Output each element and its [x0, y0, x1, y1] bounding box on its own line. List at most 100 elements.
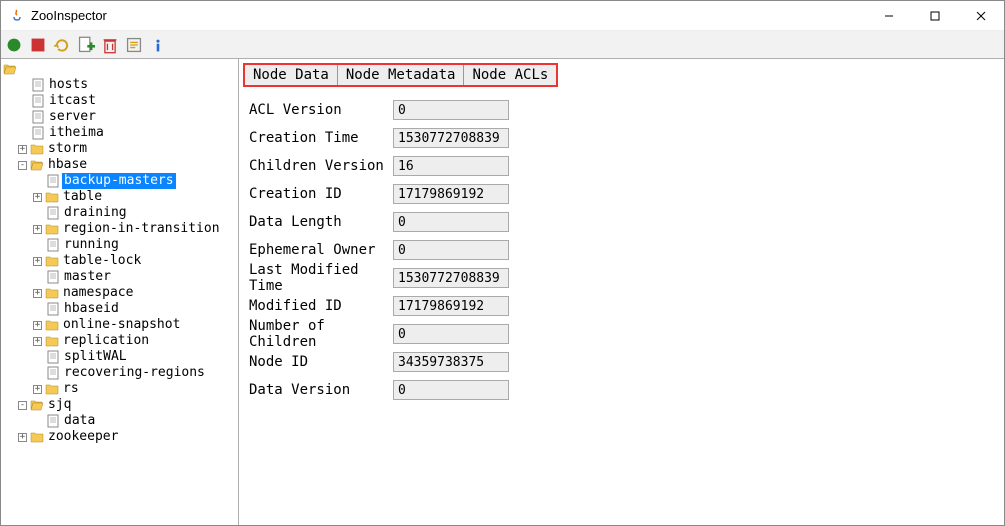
tree-item-label[interactable]: itcast: [47, 93, 98, 109]
tree-item-label[interactable]: table-lock: [61, 253, 143, 269]
tree-item-label[interactable]: table: [61, 189, 104, 205]
file-icon: [46, 174, 60, 188]
tree-row[interactable]: data: [1, 413, 238, 429]
tree-item-label[interactable]: storm: [46, 141, 89, 157]
expand-icon[interactable]: +: [33, 225, 42, 234]
tree-row[interactable]: + region-in-transition: [1, 221, 238, 237]
tree-item-label[interactable]: hosts: [47, 77, 90, 93]
tree-row[interactable]: itcast: [1, 93, 238, 109]
tree-row[interactable]: - sjq: [1, 397, 238, 413]
tree-item-label[interactable]: running: [62, 237, 121, 253]
metadata-label: Last Modified Time: [249, 262, 393, 294]
file-icon: [46, 238, 60, 252]
tree-item-label[interactable]: draining: [62, 205, 129, 221]
tree-item-label[interactable]: hbaseid: [62, 301, 121, 317]
tree-row[interactable]: + replication: [1, 333, 238, 349]
node-viewers-button[interactable]: [125, 36, 143, 54]
tree-item-label[interactable]: replication: [61, 333, 151, 349]
metadata-row: ACL Version0: [249, 97, 994, 123]
tree-item-label[interactable]: online-snapshot: [61, 317, 182, 333]
toolbar: [1, 31, 1004, 59]
disconnect-button[interactable]: [29, 36, 47, 54]
tree-row[interactable]: hbaseid: [1, 301, 238, 317]
folder-open-icon: [30, 398, 44, 412]
metadata-value: 0: [393, 212, 509, 232]
tree-pane[interactable]: hostsitcastserveritheima + storm - hbaseback…: [1, 59, 239, 525]
metadata-row: Number of Children0: [249, 321, 994, 347]
expand-icon[interactable]: +: [18, 433, 27, 442]
tree-item-label[interactable]: itheima: [47, 125, 106, 141]
tree-row[interactable]: + online-snapshot: [1, 317, 238, 333]
tree-row[interactable]: server: [1, 109, 238, 125]
tab-node-data[interactable]: Node Data: [245, 65, 338, 85]
tree-item-label[interactable]: splitWAL: [62, 349, 129, 365]
tab-node-metadata[interactable]: Node Metadata: [338, 65, 465, 85]
tree-row[interactable]: + rs: [1, 381, 238, 397]
tree-item-label[interactable]: namespace: [61, 285, 135, 301]
metadata-label: Node ID: [249, 354, 393, 370]
tree-item-label[interactable]: rs: [61, 381, 81, 397]
folder-closed-icon: [45, 254, 59, 268]
tree-item-label[interactable]: backup-masters: [62, 173, 176, 189]
expand-icon[interactable]: +: [33, 257, 42, 266]
expand-icon[interactable]: +: [33, 385, 42, 394]
collapse-icon[interactable]: -: [18, 161, 27, 170]
metadata-row: Creation ID17179869192: [249, 181, 994, 207]
tree-row[interactable]: master: [1, 269, 238, 285]
tabs-highlight: Node Data Node Metadata Node ACLs: [243, 63, 558, 87]
file-icon: [31, 94, 45, 108]
metadata-table: ACL Version0Creation Time1530772708839Ch…: [239, 87, 1004, 415]
tree-row[interactable]: + namespace: [1, 285, 238, 301]
expand-icon[interactable]: +: [33, 337, 42, 346]
file-icon: [31, 78, 45, 92]
metadata-row: Creation Time1530772708839: [249, 125, 994, 151]
tree-item-label[interactable]: sjq: [46, 397, 73, 413]
tree-item-label[interactable]: recovering-regions: [62, 365, 207, 381]
tree-row[interactable]: recovering-regions: [1, 365, 238, 381]
tree-row[interactable]: - hbase: [1, 157, 238, 173]
tree-row[interactable]: + table-lock: [1, 253, 238, 269]
tree-item-label[interactable]: master: [62, 269, 113, 285]
file-icon: [31, 126, 45, 140]
expand-icon[interactable]: +: [33, 289, 42, 298]
expand-icon[interactable]: +: [33, 193, 42, 202]
refresh-button[interactable]: [53, 36, 71, 54]
window-title: ZooInspector: [31, 8, 866, 23]
minimize-button[interactable]: [866, 1, 912, 31]
expand-icon[interactable]: +: [33, 321, 42, 330]
tree-row[interactable]: running: [1, 237, 238, 253]
tree-row[interactable]: itheima: [1, 125, 238, 141]
tree-row[interactable]: + storm: [1, 141, 238, 157]
maximize-button[interactable]: [912, 1, 958, 31]
connect-button[interactable]: [5, 36, 23, 54]
folder-closed-icon: [45, 382, 59, 396]
file-icon: [46, 414, 60, 428]
close-button[interactable]: [958, 1, 1004, 31]
expand-icon[interactable]: +: [18, 145, 27, 154]
collapse-icon[interactable]: -: [18, 401, 27, 410]
tree-row[interactable]: backup-masters: [1, 173, 238, 189]
metadata-row: Children Version16: [249, 153, 994, 179]
tree-item-label[interactable]: zookeeper: [46, 429, 120, 445]
add-node-button[interactable]: [77, 36, 95, 54]
about-button[interactable]: [149, 36, 167, 54]
file-icon: [46, 302, 60, 316]
tree-item-label[interactable]: region-in-transition: [61, 221, 222, 237]
tree-row[interactable]: splitWAL: [1, 349, 238, 365]
tree-row[interactable]: draining: [1, 205, 238, 221]
metadata-label: ACL Version: [249, 102, 393, 118]
tree-item-label[interactable]: server: [47, 109, 98, 125]
metadata-label: Modified ID: [249, 298, 393, 314]
tree-item-label[interactable]: hbase: [46, 157, 89, 173]
delete-node-button[interactable]: [101, 36, 119, 54]
metadata-value: 34359738375: [393, 352, 509, 372]
tree-row[interactable]: hosts: [1, 77, 238, 93]
tree-root-row[interactable]: [1, 61, 238, 77]
tree-row[interactable]: + table: [1, 189, 238, 205]
tree-item-label[interactable]: data: [62, 413, 97, 429]
tree-row[interactable]: + zookeeper: [1, 429, 238, 445]
metadata-label: Ephemeral Owner: [249, 242, 393, 258]
tab-node-acls[interactable]: Node ACLs: [464, 65, 556, 85]
metadata-label: Data Version: [249, 382, 393, 398]
metadata-label: Data Length: [249, 214, 393, 230]
